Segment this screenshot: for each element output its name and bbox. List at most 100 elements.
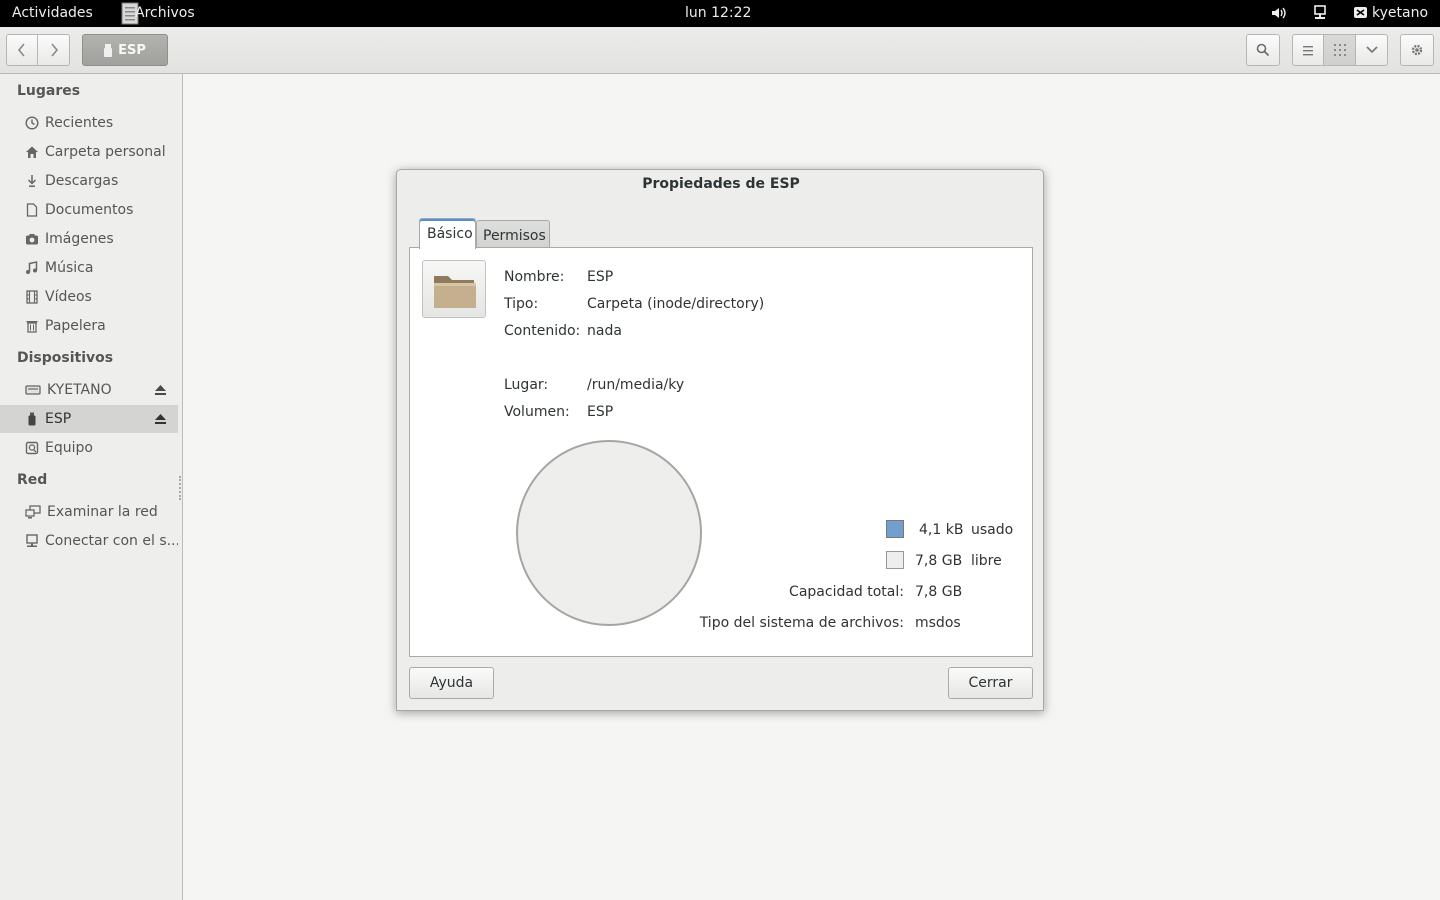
sidebar-item-recent[interactable]: Recientes bbox=[0, 109, 178, 137]
volume-icon[interactable] bbox=[1271, 5, 1287, 21]
toolbar: ESP bbox=[0, 27, 1440, 74]
network-status-icon[interactable] bbox=[1312, 5, 1328, 21]
trash-icon bbox=[26, 321, 38, 333]
usb-icon bbox=[104, 43, 113, 57]
basic-tab-panel: Nombre: ESP Tipo: Carpeta (inode/directo… bbox=[409, 247, 1033, 657]
eject-icon[interactable] bbox=[154, 413, 167, 425]
sidebar: Lugares Recientes Carpeta personal Desca… bbox=[0, 74, 183, 900]
sidebar-item-label: Papelera bbox=[45, 318, 106, 334]
forward-icon bbox=[50, 43, 58, 57]
sidebar-item-computer[interactable]: Equipo bbox=[0, 434, 178, 462]
properties-dialog: Propiedades de ESP Básico Permisos Nombr… bbox=[396, 169, 1044, 711]
sidebar-item-videos[interactable]: Vídeos bbox=[0, 283, 178, 311]
sidebar-item-label: Vídeos bbox=[45, 289, 92, 305]
total-capacity-label: Capacidad total: bbox=[789, 584, 904, 600]
search-button[interactable] bbox=[1246, 34, 1280, 66]
activities-button[interactable]: Actividades bbox=[12, 5, 93, 21]
clock-icon bbox=[25, 116, 39, 130]
sidebar-item-label: Equipo bbox=[45, 440, 93, 456]
list-view-icon bbox=[1303, 45, 1313, 55]
free-value: 7,8 GB bbox=[915, 553, 963, 569]
drive-icon bbox=[25, 385, 41, 395]
folder-icon-button[interactable] bbox=[422, 260, 486, 318]
film-icon bbox=[26, 290, 38, 304]
computer-icon bbox=[25, 441, 39, 455]
sidebar-item-label: ESP bbox=[45, 411, 72, 427]
sidebar-item-label: Conectar con el s... bbox=[45, 533, 178, 549]
sidebar-item-browse-network[interactable]: Examinar la red bbox=[0, 498, 178, 526]
type-label: Tipo: bbox=[504, 296, 539, 312]
sidebar-item-home[interactable]: Carpeta personal bbox=[0, 138, 178, 166]
user-menu[interactable]: kyetano bbox=[1372, 5, 1428, 21]
view-options-button[interactable] bbox=[1355, 34, 1388, 66]
sidebar-item-trash[interactable]: Papelera bbox=[0, 312, 178, 340]
close-button-label: Cerrar bbox=[968, 675, 1013, 691]
document-icon bbox=[26, 203, 38, 217]
sidebar-item-label: Música bbox=[45, 260, 94, 276]
download-icon bbox=[27, 175, 37, 187]
clock[interactable]: lun 12:22 bbox=[685, 5, 751, 21]
used-value: 4,1 kB bbox=[919, 522, 964, 538]
sidebar-heading-devices: Dispositivos bbox=[17, 350, 114, 366]
tab-basic[interactable]: Básico bbox=[419, 218, 476, 249]
path-bar-label: ESP bbox=[118, 42, 146, 58]
location-value: /run/media/ky bbox=[587, 377, 685, 393]
help-button-label: Ayuda bbox=[429, 675, 474, 691]
sidebar-item-kyetano[interactable]: KYETANO bbox=[0, 376, 178, 404]
sidebar-item-downloads[interactable]: Descargas bbox=[0, 167, 178, 195]
sidebar-item-label: Carpeta personal bbox=[45, 144, 166, 160]
sidebar-item-label: Examinar la red bbox=[47, 504, 158, 520]
chevron-down-icon bbox=[1365, 46, 1378, 54]
disk-usage-pie bbox=[516, 440, 702, 626]
sidebar-item-connect-server[interactable]: Conectar con el s... bbox=[0, 527, 178, 555]
sidebar-item-label: Descargas bbox=[45, 173, 119, 189]
top-bar: Actividades Archivos lun 12:22 kyetano bbox=[0, 0, 1440, 27]
forward-button[interactable] bbox=[37, 34, 70, 66]
tab-permissions[interactable]: Permisos bbox=[476, 220, 550, 248]
location-label: Lugar: bbox=[504, 377, 549, 393]
sidebar-item-label: KYETANO bbox=[47, 382, 112, 398]
used-color-swatch bbox=[886, 520, 904, 538]
network-icon bbox=[25, 505, 41, 519]
folder-icon bbox=[434, 276, 476, 308]
home-icon bbox=[26, 146, 38, 158]
list-view-button[interactable] bbox=[1292, 34, 1324, 66]
sidebar-item-pictures[interactable]: Imágenes bbox=[0, 225, 178, 253]
sidebar-item-documents[interactable]: Documentos bbox=[0, 196, 178, 224]
dialog-title: Propiedades de ESP bbox=[642, 176, 800, 192]
settings-button[interactable] bbox=[1400, 34, 1434, 66]
sidebar-heading-places: Lugares bbox=[17, 83, 81, 99]
server-icon bbox=[26, 534, 38, 547]
usb-icon bbox=[28, 412, 36, 426]
back-button[interactable] bbox=[6, 34, 38, 66]
close-button[interactable]: Cerrar bbox=[948, 667, 1033, 699]
user-status-icon[interactable] bbox=[1353, 5, 1369, 21]
free-color-swatch bbox=[886, 551, 904, 569]
back-icon bbox=[17, 43, 25, 57]
path-bar-button-esp[interactable]: ESP bbox=[82, 34, 168, 66]
music-icon bbox=[26, 261, 38, 274]
search-icon bbox=[1256, 43, 1270, 57]
gear-icon bbox=[1411, 44, 1423, 56]
used-label: usado bbox=[971, 522, 1014, 538]
free-label: libre bbox=[971, 553, 1002, 569]
sidebar-item-label: Imágenes bbox=[45, 231, 114, 247]
eject-icon[interactable] bbox=[154, 384, 167, 396]
sidebar-resize-handle[interactable] bbox=[179, 476, 181, 500]
grid-view-button[interactable] bbox=[1323, 34, 1356, 66]
type-value: Carpeta (inode/directory) bbox=[587, 296, 765, 312]
app-menu[interactable]: Archivos bbox=[135, 5, 195, 21]
volume-value: ESP bbox=[587, 404, 614, 420]
volume-label: Volumen: bbox=[504, 404, 570, 420]
total-capacity-value: 7,8 GB bbox=[915, 584, 963, 600]
filesystem-type-value: msdos bbox=[915, 615, 961, 631]
contents-label: Contenido: bbox=[504, 323, 581, 339]
name-value: ESP bbox=[587, 269, 614, 285]
sidebar-heading-network: Red bbox=[17, 472, 48, 488]
sidebar-item-esp[interactable]: ESP bbox=[0, 405, 178, 433]
tab-label: Básico bbox=[427, 226, 473, 242]
help-button[interactable]: Ayuda bbox=[409, 667, 494, 699]
tab-label: Permisos bbox=[483, 228, 546, 244]
contents-value: nada bbox=[587, 323, 622, 339]
sidebar-item-music[interactable]: Música bbox=[0, 254, 178, 282]
